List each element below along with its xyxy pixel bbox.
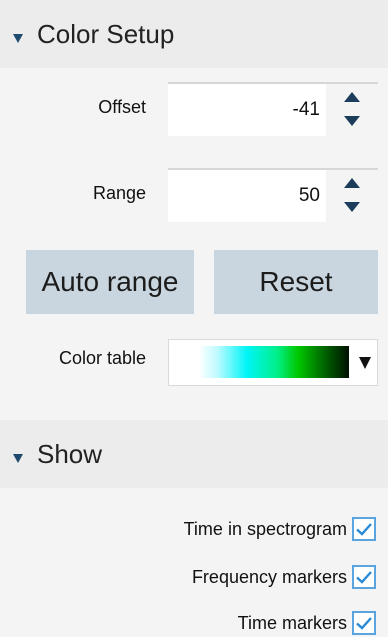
offset-spinbox[interactable]: -41 xyxy=(168,82,378,136)
color-setup-header[interactable]: Color Setup xyxy=(0,0,388,68)
show-header[interactable]: Show xyxy=(0,420,388,488)
range-label: Range xyxy=(92,183,146,203)
time-in-spectrogram-row: Time in spectrogram xyxy=(184,514,376,544)
frequency-markers-row: Frequency markers xyxy=(192,562,376,592)
color-setup-title: Color Setup xyxy=(37,18,175,49)
frequency-markers-checkbox[interactable] xyxy=(352,565,376,589)
range-spin-arrows xyxy=(326,170,378,222)
time-markers-label: Time markers xyxy=(237,612,347,633)
color-table-label: Color table xyxy=(58,348,146,368)
color-gradient-swatch xyxy=(199,346,349,378)
time-markers-checkbox[interactable] xyxy=(352,611,376,635)
time-in-spectrogram-checkbox[interactable] xyxy=(352,517,376,541)
checkmark-icon xyxy=(356,571,372,584)
offset-label: Offset xyxy=(98,97,146,117)
time-in-spectrogram-label: Time in spectrogram xyxy=(183,518,347,539)
range-increment-icon[interactable] xyxy=(344,178,360,188)
color-table-dropdown[interactable] xyxy=(168,339,378,386)
frequency-markers-label: Frequency markers xyxy=(191,566,347,587)
checkmark-icon xyxy=(356,523,372,536)
checkmark-icon xyxy=(356,617,372,630)
time-markers-row: Time markers xyxy=(238,608,376,637)
reset-button[interactable]: Reset xyxy=(214,250,378,314)
offset-increment-icon[interactable] xyxy=(344,92,360,102)
offset-spin-arrows xyxy=(326,84,378,136)
range-value[interactable]: 50 xyxy=(299,170,320,222)
offset-value[interactable]: -41 xyxy=(293,84,320,136)
range-spinbox[interactable]: 50 xyxy=(168,168,378,222)
collapse-triangle-icon xyxy=(13,453,23,463)
show-title: Show xyxy=(37,438,103,469)
range-decrement-icon[interactable] xyxy=(344,202,360,212)
collapse-triangle-icon xyxy=(13,33,23,43)
dropdown-arrow-icon[interactable] xyxy=(359,357,371,369)
auto-range-button[interactable]: Auto range xyxy=(26,250,194,314)
offset-decrement-icon[interactable] xyxy=(344,116,360,126)
